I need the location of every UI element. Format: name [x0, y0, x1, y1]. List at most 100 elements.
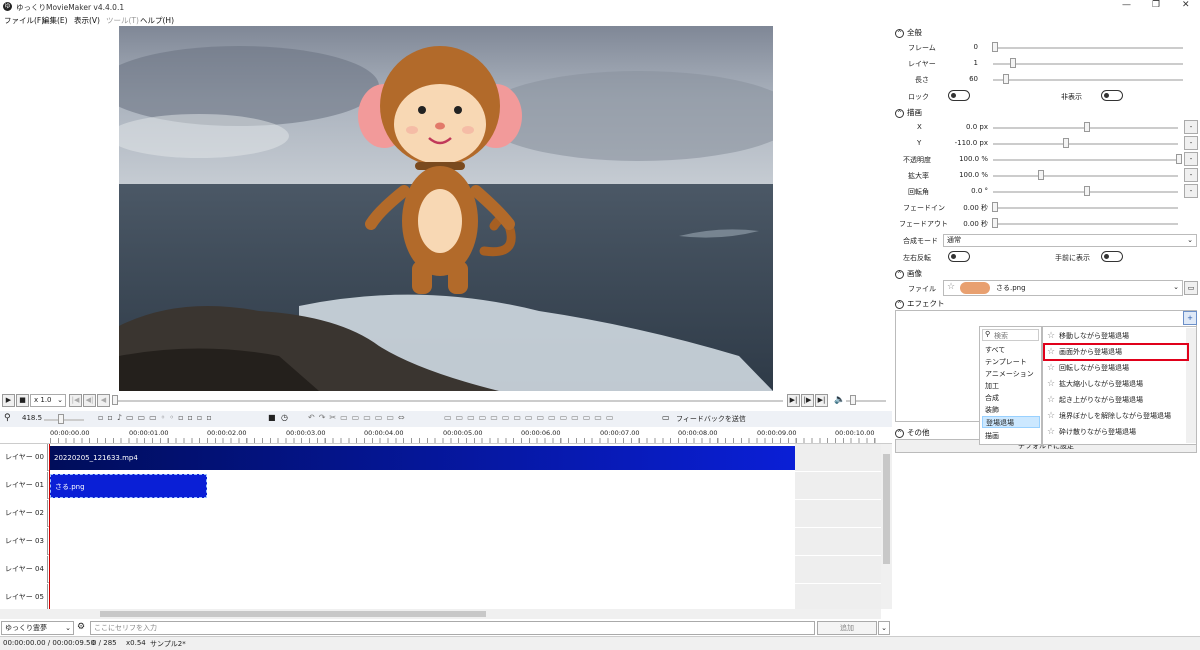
rotation-menu-button[interactable]: - [1184, 184, 1198, 198]
timeline-vscroll-thumb[interactable] [883, 454, 890, 564]
opacity-value[interactable]: 100.0 % [933, 155, 988, 163]
image-clip[interactable]: さる.png [50, 474, 207, 498]
layer-row[interactable]: レイヤー 04 [0, 556, 881, 583]
section-drawing[interactable]: ^ 描画 [895, 107, 922, 118]
play-icon[interactable]: ▶ [2, 394, 15, 407]
menu-edit[interactable]: 編集(E) [42, 15, 68, 26]
section-other[interactable]: ^ その他 [895, 427, 930, 438]
effect-item[interactable]: ☆ 境界ぼかしを解除しながら登場退場 [1045, 408, 1185, 424]
frame-value[interactable]: 0 [953, 43, 978, 51]
opacity-slider[interactable] [993, 159, 1178, 161]
menu-file[interactable]: ファイル(F) [4, 15, 44, 26]
frame-slider[interactable] [993, 47, 1183, 49]
layer-track[interactable] [49, 584, 795, 611]
effect-item[interactable]: ☆ 砕け散りながら登場退場 [1045, 424, 1185, 440]
fadein-slider-thumb[interactable] [992, 202, 998, 212]
prev-icon[interactable]: ◀ [97, 394, 110, 407]
seek-slider-thumb[interactable] [112, 395, 118, 405]
layer-row[interactable]: レイヤー 00 20220205_121633.mp4 [0, 444, 881, 471]
zoom-menu-button[interactable]: - [1184, 168, 1198, 182]
skip-end-icon[interactable]: ▶| [815, 394, 828, 407]
preview-canvas[interactable] [119, 26, 773, 391]
prev-frame-icon[interactable]: ◀| [83, 394, 96, 407]
layer-row[interactable]: レイヤー 05 [0, 584, 881, 611]
layer-slider[interactable] [993, 63, 1183, 65]
section-general[interactable]: ^ 全般 [895, 27, 922, 38]
hidden-toggle[interactable] [1101, 90, 1123, 101]
stop-icon[interactable]: ■ [16, 394, 29, 407]
lock-toggle[interactable] [948, 90, 970, 101]
length-slider-thumb[interactable] [1003, 74, 1009, 84]
next-frame-icon[interactable]: |▶ [801, 394, 814, 407]
blend-select[interactable]: 通常 ⌄ [943, 234, 1197, 247]
category-processing[interactable]: 加工 [982, 380, 1040, 392]
layer-header[interactable]: レイヤー 00 [0, 444, 48, 471]
effect-item[interactable]: ☆ 回転しながら登場退場 [1045, 360, 1185, 376]
volume-slider-thumb[interactable] [850, 395, 856, 405]
category-composite[interactable]: 合成 [982, 392, 1040, 404]
zoom-slider-thumb[interactable] [1038, 170, 1044, 180]
timeline-hscroll-thumb[interactable] [100, 611, 486, 617]
timeline-hscrollbar[interactable] [0, 609, 881, 619]
front-toggle[interactable] [1101, 251, 1123, 262]
timeline-vscrollbar[interactable] [881, 444, 892, 609]
fadeout-slider-thumb[interactable] [992, 218, 998, 228]
length-value[interactable]: 60 [953, 75, 978, 83]
layer-header[interactable]: レイヤー 04 [0, 556, 48, 583]
category-enter-exit[interactable]: 登場退場 [982, 416, 1040, 428]
effect-search-input[interactable]: ⚲ 検索 [982, 329, 1039, 341]
length-slider[interactable] [993, 79, 1183, 81]
section-image[interactable]: ^ 画像 [895, 268, 922, 279]
layer-track[interactable] [49, 500, 795, 527]
clock-icon[interactable]: ◷ [281, 413, 288, 422]
opacity-slider-thumb[interactable] [1176, 154, 1182, 164]
timeline-ruler[interactable]: 00:00:00.00 00:00:01.00 00:00:02.00 00:0… [0, 427, 892, 444]
minimize-button[interactable]: — [1122, 0, 1131, 10]
add-effect-button[interactable]: + [1183, 311, 1197, 325]
y-menu-button[interactable]: - [1184, 136, 1198, 150]
maximize-button[interactable]: ❐ [1152, 0, 1160, 10]
section-effects[interactable]: ^ エフェクト [895, 298, 945, 309]
effect-item[interactable]: ☆ 移動しながら登場退場 [1045, 328, 1185, 344]
add-serif-button[interactable]: 追加 [817, 621, 877, 635]
layer-header[interactable]: レイヤー 02 [0, 500, 48, 527]
file-select[interactable]: ☆ さる.png ⌄ [943, 280, 1183, 296]
rotation-slider-thumb[interactable] [1084, 186, 1090, 196]
category-decoration[interactable]: 装飾 [982, 404, 1040, 416]
y-slider[interactable] [993, 143, 1178, 145]
menu-view[interactable]: 表示(V) [74, 15, 100, 26]
layer-slider-thumb[interactable] [1010, 58, 1016, 68]
fadeout-value[interactable]: 0.00 秒 [933, 219, 988, 229]
effect-item[interactable]: ☆ 拡大縮小しながら登場退場 [1045, 376, 1185, 392]
layer-track[interactable] [49, 556, 795, 583]
close-button[interactable]: ✕ [1182, 0, 1190, 10]
category-all[interactable]: すべて [982, 344, 1040, 356]
video-clip[interactable]: 20220205_121633.mp4 [50, 446, 795, 470]
layer-header[interactable]: レイヤー 01 [0, 472, 48, 499]
layer-row[interactable]: レイヤー 02 [0, 500, 881, 527]
speed-select[interactable]: x 1.0 ⌄ [30, 394, 66, 407]
fadein-slider[interactable] [993, 207, 1178, 209]
save-icon[interactable]: ■ [268, 413, 276, 422]
category-template[interactable]: テンプレート [982, 356, 1040, 368]
serif-input[interactable]: ここにセリフを入力 [90, 621, 815, 635]
effect-item[interactable]: ☆ 起き上がりながら登場退場 [1045, 392, 1185, 408]
folder-icon[interactable]: ▭ [1184, 281, 1198, 295]
playhead[interactable] [49, 444, 50, 609]
category-animation[interactable]: アニメーション [982, 368, 1040, 380]
toolbar-icons[interactable]: ▫▫♪▭▭▭◦◦▫▫▫▫ [98, 413, 216, 422]
frame-slider-thumb[interactable] [992, 42, 998, 52]
chevron-down-icon[interactable]: ⌄ [878, 621, 890, 635]
x-menu-button[interactable]: - [1184, 120, 1198, 134]
edit-icons-2[interactable]: ▭▭▭▭▭▭▭▭▭▭▭▭▭▭▭ [444, 413, 617, 422]
timeline-zoom-slider-thumb[interactable] [58, 414, 64, 424]
category-drawing[interactable]: 描画 [982, 430, 1040, 442]
y-value[interactable]: -110.0 px [933, 139, 988, 147]
layer-header[interactable]: レイヤー 05 [0, 584, 48, 611]
next-icon[interactable]: ▶| [787, 394, 800, 407]
layer-track[interactable] [49, 528, 795, 555]
layer-row[interactable]: レイヤー 03 [0, 528, 881, 555]
flip-toggle[interactable] [948, 251, 970, 262]
skip-start-icon[interactable]: |◀ [69, 394, 82, 407]
edit-icons[interactable]: ↶↷✂▭▭▭▭▭⇔ [308, 413, 409, 422]
